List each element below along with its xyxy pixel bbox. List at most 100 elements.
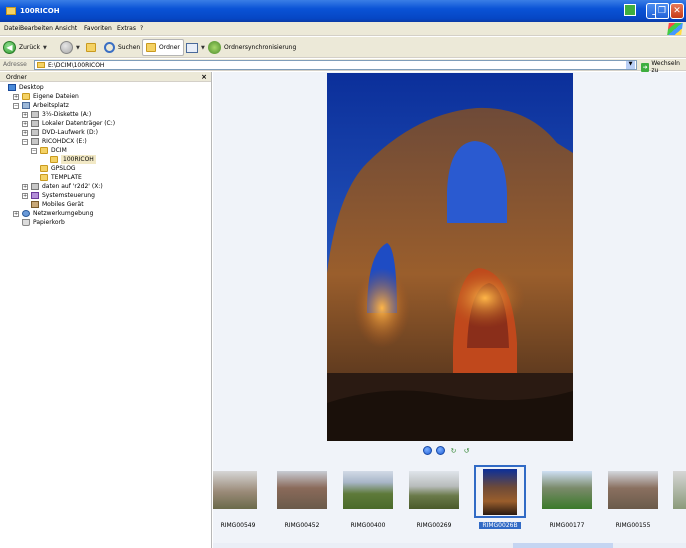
dvd-drive-icon (31, 129, 39, 136)
control-panel-icon (31, 192, 39, 199)
tree-label: GPSLOG (51, 165, 76, 172)
tree-label: daten auf 'r2d2' (X:) (42, 183, 103, 190)
tree-label: Mobiles Gerät (42, 201, 84, 208)
menu-bearbeiten[interactable]: Bearbeiten (20, 25, 53, 32)
search-button[interactable]: Suchen (104, 39, 140, 56)
collapse-icon[interactable]: − (13, 102, 19, 109)
close-button[interactable]: ✕ (670, 3, 684, 19)
thumbnail[interactable] (277, 471, 327, 509)
filmstrip-view: ↻ ↺ RIMG00549 RIMG00452 RIMG00400 RIMG00… (213, 72, 686, 548)
menu-favoriten[interactable]: Favoriten (84, 25, 112, 32)
back-button[interactable]: ◀ Zurück ▼ (3, 39, 47, 56)
tree-item-desktop[interactable]: Desktop (8, 83, 44, 92)
tree-item-diskette[interactable]: + 3½-Diskette (A:) (22, 110, 91, 119)
tree-label: DCIM (51, 147, 67, 154)
tree-label: DVD-Laufwerk (D:) (42, 129, 99, 136)
tree-item-gpslog[interactable]: GPSLOG (40, 164, 76, 173)
selected-thumbnail-frame[interactable] (474, 465, 526, 518)
scrollbar-thumb[interactable] (513, 543, 613, 548)
thumbnail[interactable] (343, 471, 393, 509)
removable-drive-icon (31, 138, 39, 145)
folder-icon (40, 165, 48, 172)
folder-icon (40, 174, 48, 181)
up-button[interactable] (86, 39, 96, 56)
tree-item-netzwerkumgebung[interactable]: + Netzwerkumgebung (13, 209, 93, 218)
thumbnail[interactable] (608, 471, 658, 509)
tree-item-mobiles-geraet[interactable]: Mobiles Gerät (31, 200, 84, 209)
tray-indicator-icon (624, 4, 636, 16)
menu-extras[interactable]: Extras (117, 25, 136, 32)
collapse-icon[interactable]: − (22, 138, 28, 145)
expand-icon[interactable]: + (13, 93, 19, 100)
tree-item-arbeitsplatz[interactable]: − Arbeitsplatz (13, 101, 69, 110)
network-drive-icon (31, 183, 39, 190)
folder-icon (22, 93, 30, 100)
sync-button[interactable]: Ordnersynchronisierung (208, 39, 296, 56)
folders-button[interactable]: Ordner (142, 39, 184, 56)
collapse-icon[interactable]: − (31, 147, 37, 154)
thumbnail-label: RIMG00155 (615, 522, 651, 529)
expand-icon[interactable]: + (22, 111, 28, 118)
previous-image-button[interactable] (423, 446, 432, 455)
rotate-counterclockwise-icon[interactable]: ↺ (462, 447, 471, 455)
desktop-icon (8, 84, 16, 91)
expand-icon[interactable]: + (22, 183, 28, 190)
preview-image[interactable] (327, 73, 573, 441)
folders-label: Ordner (159, 44, 180, 51)
thumbnail[interactable] (213, 471, 257, 509)
thumbnail[interactable] (673, 471, 686, 509)
tree-label: Netzwerkumgebung (33, 210, 94, 217)
network-icon (22, 210, 30, 217)
tree-label: Lokaler Datenträger (C:) (42, 120, 116, 127)
address-input[interactable]: E:\DCIM\100RICOH ▼ (34, 60, 637, 70)
close-pane-icon[interactable]: × (201, 73, 207, 81)
filmstrip: RIMG00549 RIMG00452 RIMG00400 RIMG00269 … (213, 464, 686, 548)
sync-icon (208, 41, 221, 54)
tree-label: TEMPLATE (51, 174, 82, 181)
thumbnail[interactable] (542, 471, 592, 509)
tree-label: Eigene Dateien (33, 93, 79, 100)
sync-label: Ordnersynchronisierung (224, 44, 297, 51)
chevron-down-icon[interactable]: ▼ (626, 61, 635, 69)
tree-item-dvd[interactable]: + DVD-Laufwerk (D:) (22, 128, 98, 137)
folder-icon (6, 7, 16, 15)
thumbnail[interactable] (409, 471, 459, 509)
address-bar: Adresse E:\DCIM\100RICOH ▼ ➜ Wechseln zu (0, 59, 686, 74)
expand-icon[interactable]: + (22, 192, 28, 199)
expand-icon[interactable]: + (13, 210, 19, 217)
tree-item-systemsteuerung[interactable]: + Systemsteuerung (22, 191, 95, 200)
rotate-clockwise-icon[interactable]: ↻ (449, 447, 458, 455)
tree-item-network-drive[interactable]: + daten auf 'r2d2' (X:) (22, 182, 103, 191)
windows-logo-icon (667, 23, 683, 35)
folder-icon (37, 62, 45, 68)
menu-ansicht[interactable]: Ansicht (55, 25, 77, 32)
mobile-device-icon (31, 201, 39, 208)
toolbar: ◀ Zurück ▼ ▼ Suchen Ordner ▼ Ordnersynch… (0, 37, 686, 58)
recycle-bin-icon (22, 219, 30, 226)
menu-datei[interactable]: Datei (4, 25, 20, 32)
expand-icon[interactable]: + (22, 120, 28, 127)
forward-button[interactable]: ▼ (60, 39, 80, 56)
open-folder-icon (50, 156, 58, 163)
folder-icon (40, 147, 48, 154)
tree-label: Papierkorb (33, 219, 65, 226)
tree-item-template[interactable]: TEMPLATE (40, 173, 82, 182)
search-icon (104, 42, 115, 53)
tree-item-papierkorb[interactable]: Papierkorb (22, 218, 65, 227)
tree-item-100ricoh[interactable]: 100RICOH (50, 155, 96, 164)
tree-item-ricohdcx[interactable]: − RICOHDCX (E:) (22, 137, 87, 146)
horizontal-scrollbar[interactable] (213, 543, 686, 548)
tree-item-local-disk[interactable]: + Lokaler Datenträger (C:) (22, 119, 115, 128)
expand-icon[interactable]: + (22, 129, 28, 136)
tree-item-dcim[interactable]: − DCIM (31, 146, 67, 155)
next-image-button[interactable] (436, 446, 445, 455)
folder-pane: Ordner × Desktop + Eigene Dateien − Arbe… (0, 72, 212, 548)
tree-item-eigene-dateien[interactable]: + Eigene Dateien (13, 92, 79, 101)
chevron-down-icon: ▼ (76, 44, 80, 51)
views-button[interactable]: ▼ (186, 39, 205, 56)
thumbnail-label: RIMG00549 (220, 522, 256, 529)
restore-button[interactable]: ❐ (655, 3, 669, 19)
thumbnail-label: RIMG00177 (549, 522, 585, 529)
ruin-photo (327, 73, 573, 441)
menu-help[interactable]: ? (140, 25, 143, 32)
